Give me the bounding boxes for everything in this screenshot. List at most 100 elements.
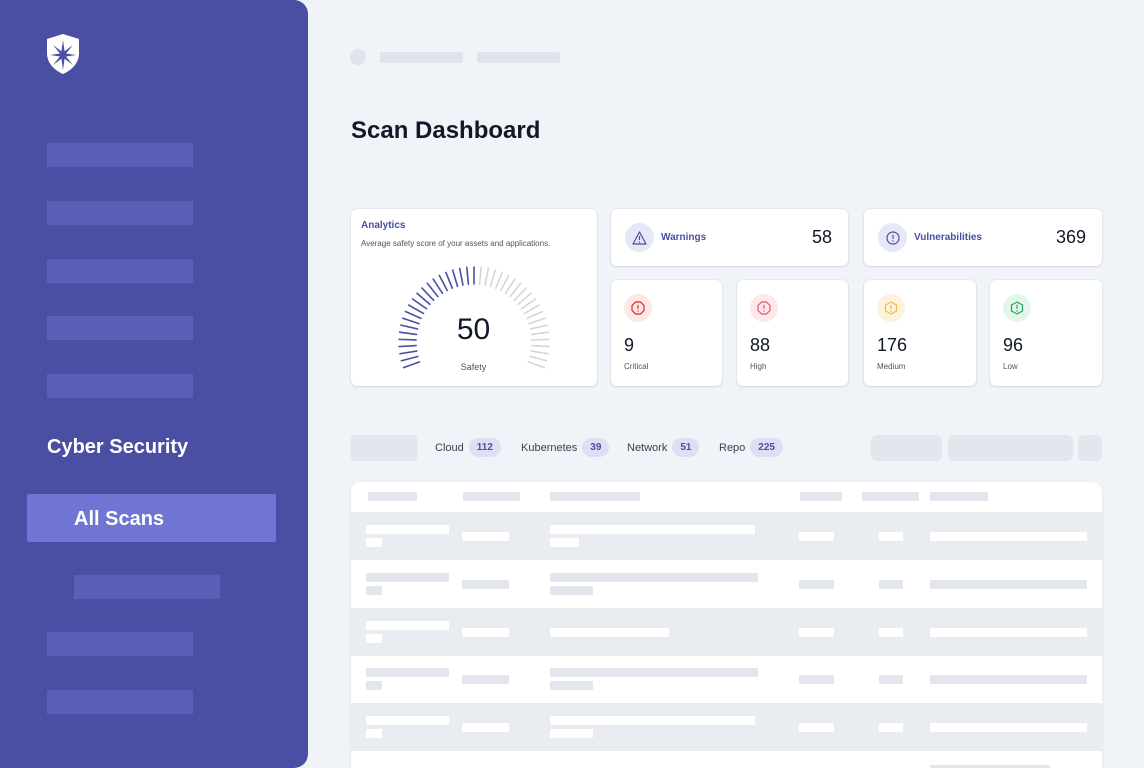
cell-placeholder xyxy=(550,628,669,637)
vulnerabilities-label: Vulnerabilities xyxy=(914,232,982,243)
gauge-tick-empty xyxy=(478,266,482,286)
column-header-placeholder[interactable] xyxy=(463,492,520,501)
sidebar-nav-placeholder[interactable] xyxy=(47,201,193,225)
safety-label: Safety xyxy=(460,362,487,372)
sidebar-nav-placeholder[interactable] xyxy=(47,690,193,714)
medium-hexagon-icon xyxy=(877,294,905,322)
table-row[interactable] xyxy=(351,512,1102,560)
cell-placeholder xyxy=(366,538,382,547)
toolbar-button-placeholder[interactable] xyxy=(871,435,942,461)
cell-placeholder xyxy=(366,525,449,534)
severity-card-high[interactable]: 88 High xyxy=(737,280,848,386)
table-row[interactable] xyxy=(351,703,1102,751)
cell-placeholder xyxy=(366,716,449,725)
cell-placeholder xyxy=(799,532,834,541)
alert-circle-icon xyxy=(878,223,907,252)
filter-count-badge: 51 xyxy=(672,438,700,457)
filter-count-badge: 39 xyxy=(582,438,610,457)
page-title: Scan Dashboard xyxy=(351,117,541,144)
cell-placeholder xyxy=(462,580,509,589)
filter-count-badge: 225 xyxy=(750,438,783,457)
gauge-tick-filled xyxy=(445,271,454,290)
sidebar-nav-placeholder[interactable] xyxy=(47,259,193,283)
filter-count-badge: 112 xyxy=(468,438,501,457)
breadcrumb-placeholder[interactable] xyxy=(380,52,463,63)
column-header-placeholder[interactable] xyxy=(550,492,640,501)
breadcrumb-icon-placeholder xyxy=(350,49,366,65)
cell-placeholder xyxy=(879,628,903,637)
warnings-label: Warnings xyxy=(661,232,707,243)
severity-card-low[interactable]: 96 Low xyxy=(990,280,1102,386)
severity-count: 96 xyxy=(1003,335,1024,355)
gauge-tick-empty xyxy=(529,355,548,362)
sidebar: Cyber Security All Scans xyxy=(0,0,308,768)
column-header-placeholder[interactable] xyxy=(930,492,988,501)
cell-placeholder xyxy=(366,634,382,643)
sidebar-nav-placeholder[interactable] xyxy=(47,632,193,656)
filter-network[interactable]: Network 51 xyxy=(627,438,700,457)
filter-repo[interactable]: Repo 225 xyxy=(719,438,783,457)
cell-placeholder xyxy=(550,668,758,677)
sidebar-nav-placeholder[interactable] xyxy=(47,143,193,167)
search-input-placeholder[interactable] xyxy=(948,435,1073,461)
column-header-placeholder[interactable] xyxy=(368,492,417,501)
severity-count: 9 xyxy=(624,335,635,355)
gauge-tick-filled xyxy=(400,355,419,362)
safety-score: 50 xyxy=(456,313,491,346)
analytics-card: Analytics Average safety score of your a… xyxy=(351,209,597,386)
high-octagon-icon xyxy=(750,294,778,322)
filter-kubernetes[interactable]: Kubernetes 39 xyxy=(521,438,610,457)
toolbar-icon-button-placeholder[interactable] xyxy=(1078,435,1102,461)
gauge-tick-filled xyxy=(438,274,449,292)
severity-count: 176 xyxy=(877,335,908,355)
cell-placeholder xyxy=(366,586,382,595)
warning-triangle-icon xyxy=(625,223,654,252)
cell-placeholder xyxy=(799,723,834,732)
table-row[interactable] xyxy=(351,655,1102,703)
filter-cloud[interactable]: Cloud 112 xyxy=(435,438,501,457)
severity-card-critical[interactable]: 9 Critical xyxy=(611,280,722,386)
vulnerabilities-card[interactable]: Vulnerabilities 369 xyxy=(864,209,1102,266)
filter-label: Kubernetes xyxy=(521,441,578,454)
cell-placeholder xyxy=(366,729,382,738)
cell-placeholder xyxy=(930,628,1087,637)
gauge-tick-empty xyxy=(494,271,503,290)
sidebar-nav-placeholder[interactable] xyxy=(47,316,193,340)
cell-placeholder xyxy=(930,723,1087,732)
sidebar-item-label: All Scans xyxy=(74,508,165,530)
low-hexagon-icon xyxy=(1003,294,1031,322)
table-row[interactable] xyxy=(351,560,1102,608)
sidebar-item-all-scans[interactable]: All Scans xyxy=(27,494,276,542)
cell-placeholder xyxy=(879,723,903,732)
filter-label: Repo xyxy=(719,441,746,454)
warnings-card[interactable]: Warnings 58 xyxy=(611,209,848,266)
severity-card-medium[interactable]: 176 Medium xyxy=(864,280,976,386)
shield-logo-icon[interactable] xyxy=(46,33,80,75)
cell-placeholder xyxy=(550,538,579,547)
cell-placeholder xyxy=(879,532,903,541)
sidebar-section-title: Cyber Security xyxy=(47,436,189,458)
column-header-placeholder[interactable] xyxy=(800,492,842,501)
severity-label: High xyxy=(750,362,767,371)
breadcrumb-placeholder[interactable] xyxy=(477,52,560,63)
gauge-tick-filled xyxy=(466,266,470,286)
gauge-tick-filled xyxy=(451,269,459,288)
cell-placeholder xyxy=(879,675,903,684)
sidebar-subnav-placeholder[interactable] xyxy=(74,575,220,599)
severity-label: Medium xyxy=(877,362,906,371)
cell-placeholder xyxy=(550,729,593,738)
sidebar-nav-placeholder[interactable] xyxy=(47,374,193,398)
gauge-tick-filled xyxy=(458,267,464,286)
table-row[interactable] xyxy=(351,608,1102,656)
warnings-count: 58 xyxy=(811,227,832,247)
gauge-tick-empty xyxy=(489,269,497,288)
table-header xyxy=(351,482,1102,512)
critical-octagon-icon xyxy=(624,294,652,322)
analytics-title: Analytics xyxy=(361,220,406,231)
column-header-placeholder[interactable] xyxy=(862,492,919,501)
cell-placeholder xyxy=(930,580,1087,589)
gauge-tick-empty xyxy=(484,267,490,286)
table-row[interactable] xyxy=(351,751,1102,768)
severity-label: Critical xyxy=(624,362,649,371)
filter-dropdown-placeholder[interactable] xyxy=(351,435,417,461)
